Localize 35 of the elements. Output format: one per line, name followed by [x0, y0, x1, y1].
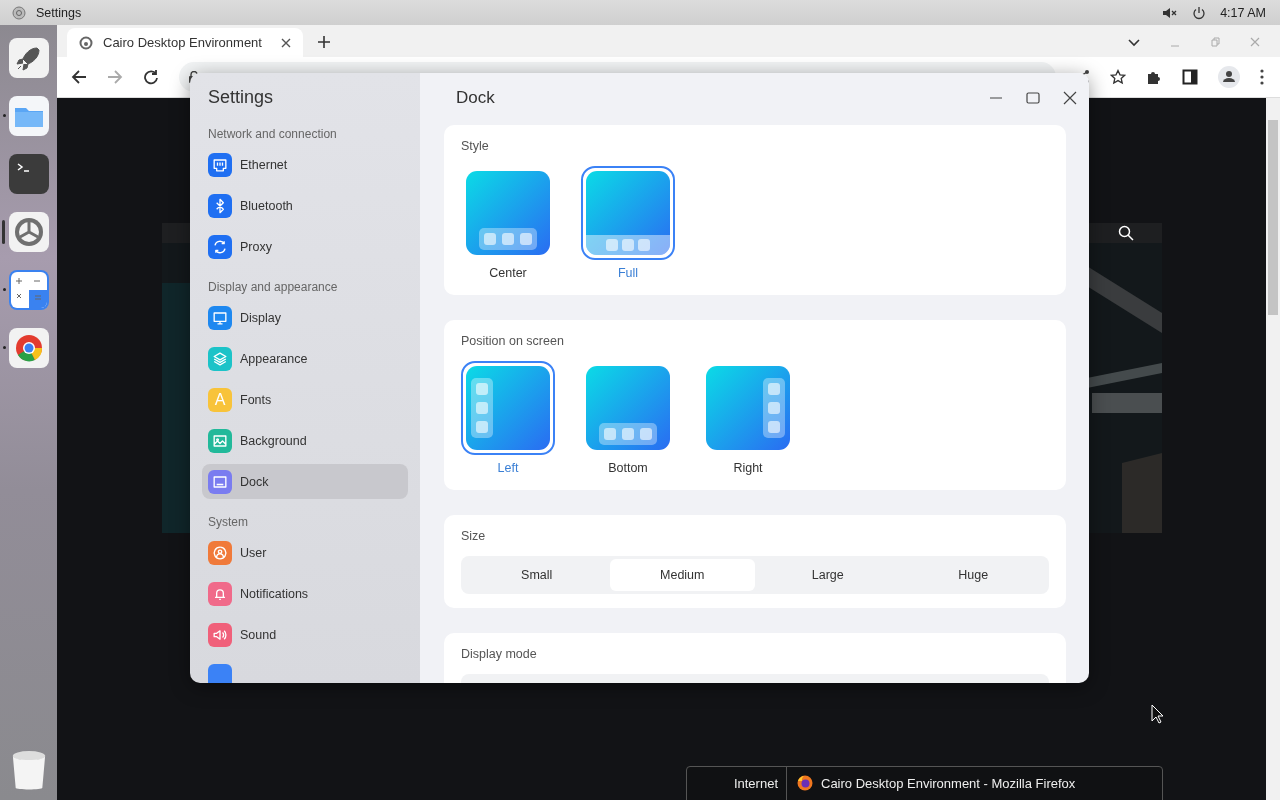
browser-tab[interactable]: Cairo Desktop Environment [67, 28, 303, 57]
window-item[interactable]: Cairo Desktop Environment - Mozilla Firefox [787, 767, 1086, 799]
category-label: Internet [687, 767, 787, 800]
app-title: Settings [36, 5, 82, 20]
segment-option[interactable]: Huge [900, 559, 1046, 591]
option-label: Right [733, 461, 763, 476]
option-label: Bottom [608, 461, 648, 476]
section-title: Size [461, 529, 487, 544]
option-label: Left [497, 461, 519, 476]
sidebar-item[interactable]: Appearance [202, 341, 408, 376]
sidebar-item[interactable]: Display [202, 300, 408, 335]
segment-option[interactable]: Large [755, 559, 901, 591]
group-label: Network and connection [207, 126, 338, 143]
category-icon: A [208, 387, 232, 412]
group-label: System [207, 514, 249, 531]
page-title: Dock [456, 88, 495, 108]
option-label: Full [617, 266, 639, 281]
sidebar-item[interactable]: Bluetooth [202, 188, 408, 223]
sidebar-item[interactable]: Sound [202, 617, 408, 652]
window-title: Settings [207, 86, 275, 109]
sidebar-item[interactable]: Notifications [202, 576, 408, 611]
option-label: Center [489, 266, 527, 281]
group-label: Display and appearance [207, 279, 339, 296]
segment-option[interactable]: Medium [609, 559, 755, 591]
section-title: Display mode [461, 647, 538, 662]
sidebar-item[interactable]: Background [202, 423, 408, 458]
segment-option[interactable]: Small [464, 559, 610, 591]
clock[interactable]: 4:17 AM [1220, 5, 1266, 20]
sidebar-item[interactable]: Ethernet [202, 147, 408, 182]
sidebar-item[interactable]: User [202, 535, 408, 570]
sidebar-item[interactable]: Dock [202, 464, 408, 499]
section-title: Position on screen [461, 334, 565, 349]
section-title: Style [461, 139, 490, 154]
sidebar-item[interactable]: A Fonts [202, 382, 408, 417]
sidebar-item[interactable]: Proxy [202, 229, 408, 264]
